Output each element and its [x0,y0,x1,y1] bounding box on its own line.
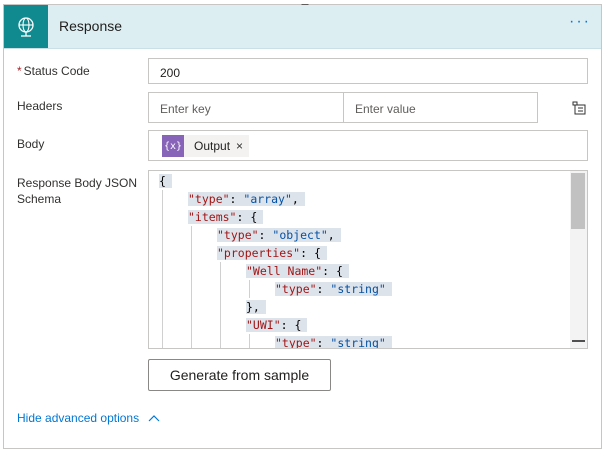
code-token: : { [236,210,258,224]
code-line: { [159,172,172,190]
code-selection: "type": "object", [217,228,341,242]
code-token: : { [322,264,343,278]
code-selection: "type": "string" [275,336,392,349]
code-token: : [229,192,244,206]
body-label: Body [17,137,45,151]
ellipsis-icon[interactable]: ··· [569,14,591,30]
schema-editor[interactable]: {"type": "array", "items": {"type": "obje… [148,170,588,349]
code-line: "Well Name": { [246,262,349,280]
code-line: "type": "object", [217,226,341,244]
code-token: }, [246,300,260,314]
expression-icon: {x} [162,135,184,157]
code-token: "array" [243,192,292,206]
code-selection: "Well Name": { [246,264,349,278]
generate-from-sample-button[interactable]: Generate from sample [148,359,331,391]
code-line: "properties": { [217,244,327,262]
code-token: : [316,282,331,296]
code-selection: "UWI": { [246,318,308,332]
action-title: Response [59,18,123,34]
body-input[interactable]: {x} Output × [148,130,588,161]
code-token: "type" [275,336,317,349]
action-header[interactable]: Response ··· [4,5,601,49]
code-token: : { [300,246,321,260]
code-token: , [327,228,335,242]
switch-to-text-mode-icon[interactable] [572,101,586,120]
code-selection: "properties": { [217,246,327,260]
status-code-label: * Status Code [17,64,90,78]
close-icon[interactable]: × [236,139,249,153]
indent-guide [191,226,192,348]
token-label: Output [194,139,231,153]
code-token: "string" [330,282,386,296]
globe-icon [4,5,48,48]
code-token: "object" [272,228,328,242]
code-token: "UWI" [246,318,281,332]
indent-guide [220,262,221,348]
indent-guide [162,190,163,348]
code-token: { [159,174,166,188]
indent-guide [249,280,250,298]
scrollbar-thumb[interactable] [571,173,585,229]
code-token: "properties" [217,246,301,260]
status-code-input[interactable]: 200 [148,58,588,84]
code-token: "Well Name" [246,264,323,278]
code-token: "type" [217,228,259,242]
required-marker: * [17,64,22,78]
schema-label: Response Body JSON Schema [17,176,138,206]
scrollbar-marker [572,340,585,342]
code-selection: }, [246,300,266,314]
code-selection: "type": "string" [275,282,392,296]
header-value-input[interactable]: Enter value [344,93,537,122]
code-line: "type": "string" [275,280,392,298]
code-line: "type": "array", [188,190,305,208]
output-token[interactable]: {x} Output × [162,135,250,157]
code-token: : [316,336,331,349]
code-token: "items" [188,210,237,224]
chevron-up-icon [148,411,160,425]
code-token: : { [280,318,302,332]
code-token: , [291,192,299,206]
code-line: "UWI": { [246,316,308,334]
headers-label: Headers [17,99,63,113]
headers-input-row: Enter key Enter value [148,92,538,123]
code-line: "type": "string" [275,334,392,349]
code-token: "type" [188,192,230,206]
code-selection: { [159,174,172,188]
header-key-input[interactable]: Enter key [149,93,343,122]
code-token: : [258,228,273,242]
code-line: "items": { [188,208,264,226]
code-selection: "items": { [188,210,264,224]
hide-advanced-options-link[interactable]: Hide advanced options [17,411,160,425]
code-line: }, [246,298,266,316]
code-token: "type" [275,282,317,296]
indent-guide [249,334,250,348]
code-selection: "type": "array", [188,192,305,206]
code-token: "string" [330,336,386,349]
editor-scrollbar[interactable] [570,171,587,348]
